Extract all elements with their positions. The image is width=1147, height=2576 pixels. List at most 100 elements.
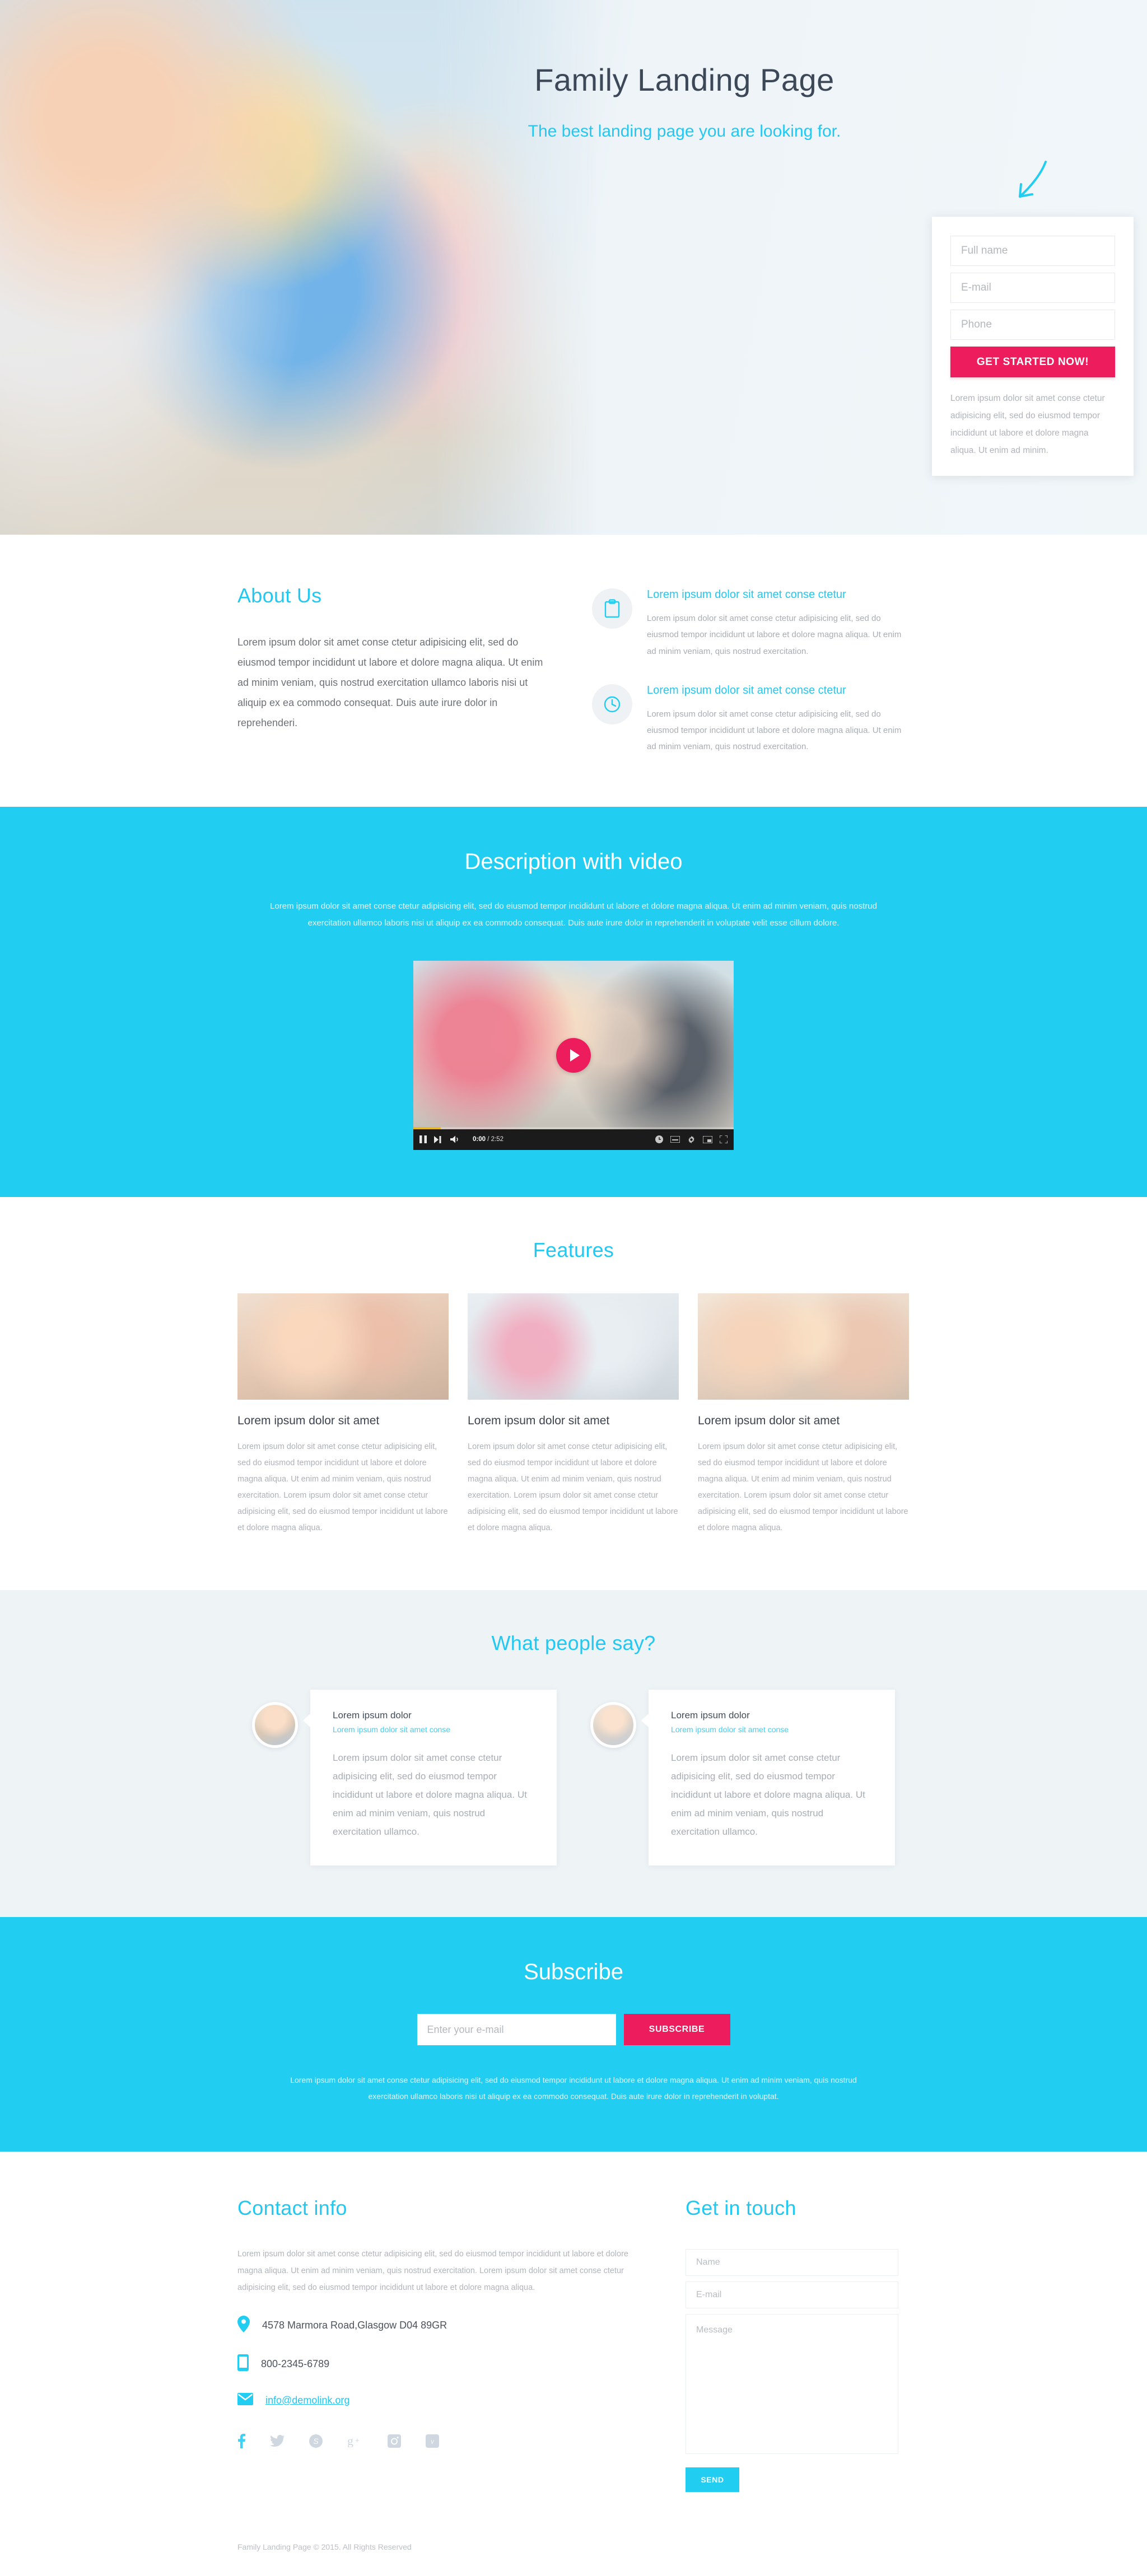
feature-card-text: Lorem ipsum dolor sit amet conse ctetur … [468,1442,678,1532]
footer: Family Landing Page © 2015. All Rights R… [0,2525,1147,2576]
about-item: Lorem ipsum dolor sit amet conse ctetur … [592,684,910,755]
gear-icon[interactable] [687,1135,696,1144]
testimonial-bubble: Lorem ipsum dolor Lorem ipsum dolor sit … [641,1689,895,1866]
subtitles-icon[interactable] [670,1136,680,1143]
arrow-down-icon [1013,160,1052,203]
contact-email-row: info@demolink.org [237,2392,630,2408]
about-section: About Us Lorem ipsum dolor sit amet cons… [0,535,1147,807]
next-track-icon[interactable] [434,1135,443,1143]
contact-message-textarea[interactable] [686,2313,898,2454]
feature-card-title: Lorem ipsum dolor sit amet [698,1414,840,1427]
svg-text:S: S [313,2437,319,2446]
instagram-icon[interactable] [388,2434,401,2451]
avatar [590,1701,636,1748]
about-item-text: Lorem ipsum dolor sit amet conse ctetur … [647,709,902,752]
map-pin-icon [237,2315,250,2335]
subscribe-note: Lorem ipsum dolor sit amet conse ctetur … [290,2075,857,2101]
feature-card: Lorem ipsum dolor sit amet Lorem ipsum d… [237,1293,449,1536]
envelope-icon [237,2392,253,2408]
feature-card-title: Lorem ipsum dolor sit amet [237,1414,380,1427]
testimonial-quote: Lorem ipsum dolor sit amet conse ctetur … [333,1752,527,1838]
google-plus-icon[interactable]: g + [347,2434,363,2450]
video-controls-bar: 0:00 / 2:52 [413,1129,734,1150]
about-item-text: Lorem ipsum dolor sit amet conse ctetur … [647,614,902,656]
email-input[interactable] [950,273,1115,303]
fullscreen-icon[interactable] [720,1135,728,1143]
video-player[interactable]: 0:00 / 2:52 [413,960,734,1150]
fullname-input[interactable] [950,236,1115,266]
features-section: Features Lorem ipsum dolor sit amet Lore… [0,1196,1147,1590]
testimonial-name: Lorem ipsum dolor [333,1709,412,1721]
video-time-separator: / [486,1136,491,1143]
subscribe-form: SUBSCRIBE [237,2014,910,2046]
testimonial-item: Lorem ipsum dolor Lorem ipsum dolor sit … [590,1689,895,1866]
lead-capture-form: GET STARTED NOW! Lorem ipsum dolor sit a… [932,217,1134,476]
hero-subtitle: The best landing page you are looking fo… [528,122,841,141]
social-links: S g + v [237,2433,630,2451]
mobile-phone-icon [237,2354,249,2374]
video-section: Description with video Lorem ipsum dolor… [0,806,1147,1197]
testimonial-role: Lorem ipsum dolor sit amet conse [333,1724,451,1734]
about-item-title: Lorem ipsum dolor sit amet conse ctetur [647,684,846,696]
pause-icon[interactable] [419,1135,427,1143]
feature-card-title: Lorem ipsum dolor sit amet [468,1414,610,1427]
feature-card-text: Lorem ipsum dolor sit amet conse ctetur … [237,1442,448,1532]
contact-heading: Contact info [237,2196,347,2219]
feature-card: Lorem ipsum dolor sit amet Lorem ipsum d… [468,1293,679,1536]
contact-address-row: 4578 Marmora Road,Glasgow D04 89GR [237,2315,630,2335]
contact-phone-row: 800-2345-6789 [237,2354,630,2374]
feature-card: Lorem ipsum dolor sit amet Lorem ipsum d… [698,1293,909,1536]
phone-input[interactable] [950,310,1115,340]
miniplayer-icon[interactable] [703,1135,712,1143]
skype-icon[interactable]: S [309,2434,323,2451]
svg-text:g: g [347,2435,353,2447]
facebook-icon[interactable] [237,2433,246,2451]
about-item: Lorem ipsum dolor sit amet conse ctetur … [592,588,910,660]
page-title: Family Landing Page [534,62,834,97]
get-started-button[interactable]: GET STARTED NOW! [950,347,1115,377]
about-body-text: Lorem ipsum dolor sit amet conse ctetur … [237,637,543,728]
about-item-title: Lorem ipsum dolor sit amet conse ctetur [647,588,846,601]
contact-email-link[interactable]: info@demolink.org [265,2395,349,2406]
contact-body-text: Lorem ipsum dolor sit amet conse ctetur … [237,2249,628,2293]
get-in-touch-heading: Get in touch [686,2196,796,2219]
clock-icon [592,684,632,724]
testimonial-bubble: Lorem ipsum dolor Lorem ipsum dolor sit … [303,1689,557,1866]
feature-image [237,1293,449,1400]
subscribe-section: Subscribe SUBSCRIBE Lorem ipsum dolor si… [0,1917,1147,2152]
video-current-time: 0:00 [473,1136,486,1143]
hero-section: Family Landing Page The best landing pag… [0,0,1147,535]
testimonial-role: Lorem ipsum dolor sit amet conse [671,1724,789,1734]
send-button[interactable]: SEND [686,2467,739,2492]
feature-image [698,1293,909,1400]
svg-text:+: + [355,2436,360,2444]
testimonials-section: What people say? Lorem ipsum dolor Lorem… [0,1589,1147,1918]
contact-email-input[interactable] [686,2281,898,2308]
watch-later-icon[interactable] [655,1135,663,1143]
vimeo-icon[interactable]: v [426,2434,439,2451]
contact-phone: 800-2345-6789 [261,2358,330,2369]
testimonials-heading: What people say? [491,1631,656,1654]
subscribe-button[interactable]: SUBSCRIBE [623,2014,730,2046]
lead-form-note: Lorem ipsum dolor sit amet conse ctetur … [950,394,1105,455]
about-feature-list: Lorem ipsum dolor sit amet conse ctetur … [592,584,910,755]
get-in-touch-column: Get in touch SEND [686,2196,898,2492]
copyright-text: Family Landing Page © 2015. All Rights R… [237,2542,412,2551]
contact-name-input[interactable] [686,2248,898,2276]
feature-card-text: Lorem ipsum dolor sit amet conse ctetur … [698,1442,908,1532]
play-button-icon[interactable] [556,1037,591,1073]
testimonial-quote: Lorem ipsum dolor sit amet conse ctetur … [671,1752,865,1838]
twitter-icon[interactable] [270,2434,285,2450]
video-duration: 2:52 [491,1136,504,1143]
about-heading: About Us [237,584,322,607]
video-heading: Description with video [464,849,683,874]
get-in-touch-form: SEND [686,2248,898,2492]
contact-info-column: Contact info Lorem ipsum dolor sit amet … [237,2196,630,2492]
subscribe-email-input[interactable] [417,2014,616,2046]
contact-address: 4578 Marmora Road,Glasgow D04 89GR [262,2319,447,2331]
volume-icon[interactable] [450,1135,460,1143]
feature-image [468,1293,679,1400]
avatar [252,1701,298,1748]
subscribe-heading: Subscribe [524,1960,623,1985]
testimonial-item: Lorem ipsum dolor Lorem ipsum dolor sit … [252,1689,557,1866]
